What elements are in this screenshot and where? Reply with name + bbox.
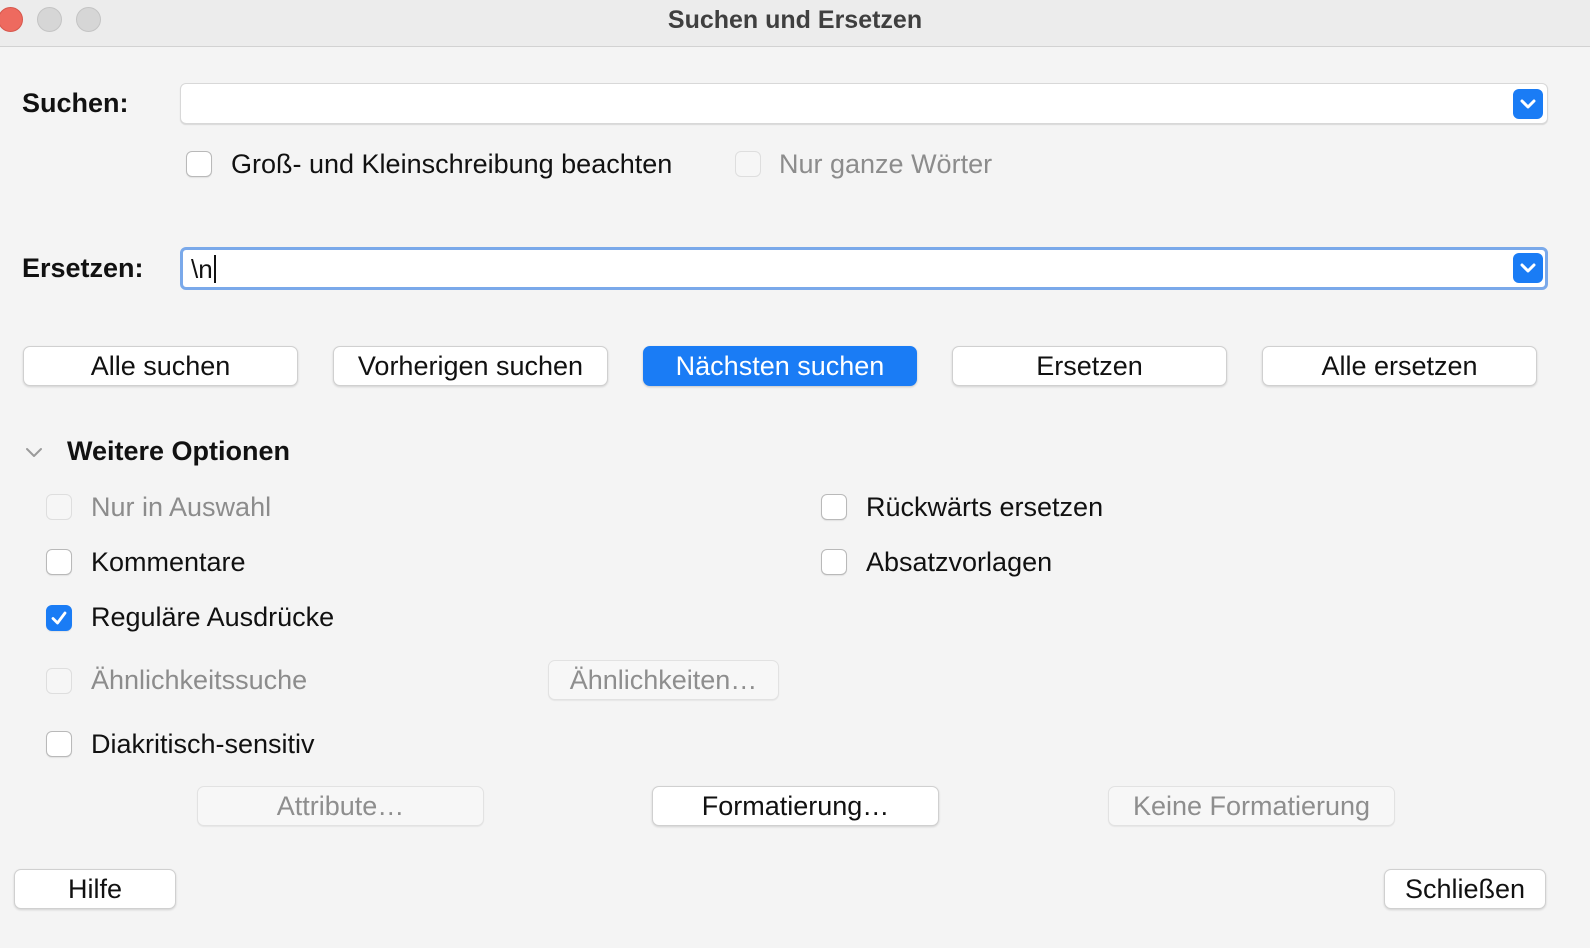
find-all-button[interactable]: Alle suchen bbox=[23, 346, 298, 386]
chevron-down-icon bbox=[1520, 263, 1536, 273]
text-caret bbox=[213, 255, 216, 284]
match-case-checkbox[interactable] bbox=[186, 151, 212, 177]
search-combobox[interactable] bbox=[180, 83, 1548, 124]
similarity-search-checkbox[interactable] bbox=[46, 668, 72, 694]
regular-expressions-label: Reguläre Ausdrücke bbox=[91, 602, 335, 632]
replace-combobox[interactable]: \n bbox=[180, 247, 1548, 290]
chevron-down-icon bbox=[1520, 99, 1536, 109]
match-case-label: Groß- und Kleinschreibung beachten bbox=[231, 149, 673, 179]
replace-button[interactable]: Ersetzen bbox=[952, 346, 1227, 386]
similarities-button[interactable]: Ähnlichkeiten… bbox=[548, 660, 779, 700]
replace-backwards-checkbox[interactable] bbox=[821, 494, 847, 520]
more-options-title[interactable]: Weitere Optionen bbox=[67, 436, 290, 467]
replace-backwards-label: Rückwärts ersetzen bbox=[866, 492, 1104, 522]
title-bar: Suchen und Ersetzen bbox=[0, 0, 1590, 47]
comments-label: Kommentare bbox=[91, 547, 246, 577]
replace-input[interactable]: \n bbox=[191, 254, 216, 285]
paragraph-styles-checkbox[interactable] bbox=[821, 549, 847, 575]
whole-words-checkbox[interactable] bbox=[735, 151, 761, 177]
attributes-button[interactable]: Attribute… bbox=[197, 786, 484, 826]
no-format-button[interactable]: Keine Formatierung bbox=[1108, 786, 1395, 826]
search-label: Suchen: bbox=[22, 88, 129, 118]
replace-all-button[interactable]: Alle ersetzen bbox=[1262, 346, 1537, 386]
regular-expressions-checkbox[interactable] bbox=[46, 605, 72, 631]
find-previous-button[interactable]: Vorherigen suchen bbox=[333, 346, 608, 386]
replace-input-value: \n bbox=[191, 254, 213, 284]
paragraph-styles-label: Absatzvorlagen bbox=[866, 547, 1053, 577]
current-selection-only-checkbox[interactable] bbox=[46, 494, 72, 520]
find-next-button[interactable]: Nächsten suchen bbox=[643, 346, 917, 386]
search-history-dropdown[interactable] bbox=[1513, 89, 1543, 119]
comments-checkbox[interactable] bbox=[46, 549, 72, 575]
replace-history-dropdown[interactable] bbox=[1513, 253, 1543, 283]
checkmark-icon bbox=[51, 611, 67, 625]
format-button[interactable]: Formatierung… bbox=[652, 786, 939, 826]
diacritics-sensitive-label: Diakritisch-sensitiv bbox=[91, 729, 315, 759]
similarity-search-label: Ähnlichkeitssuche bbox=[91, 665, 308, 695]
help-button[interactable]: Hilfe bbox=[14, 869, 176, 909]
whole-words-label: Nur ganze Wörter bbox=[779, 149, 993, 179]
window-title: Suchen und Ersetzen bbox=[667, 6, 923, 34]
close-button[interactable]: Schließen bbox=[1384, 869, 1546, 909]
replace-label: Ersetzen: bbox=[22, 253, 144, 283]
current-selection-only-label: Nur in Auswahl bbox=[91, 492, 272, 522]
diacritics-sensitive-checkbox[interactable] bbox=[46, 731, 72, 757]
chevron-down-icon[interactable] bbox=[24, 443, 44, 463]
